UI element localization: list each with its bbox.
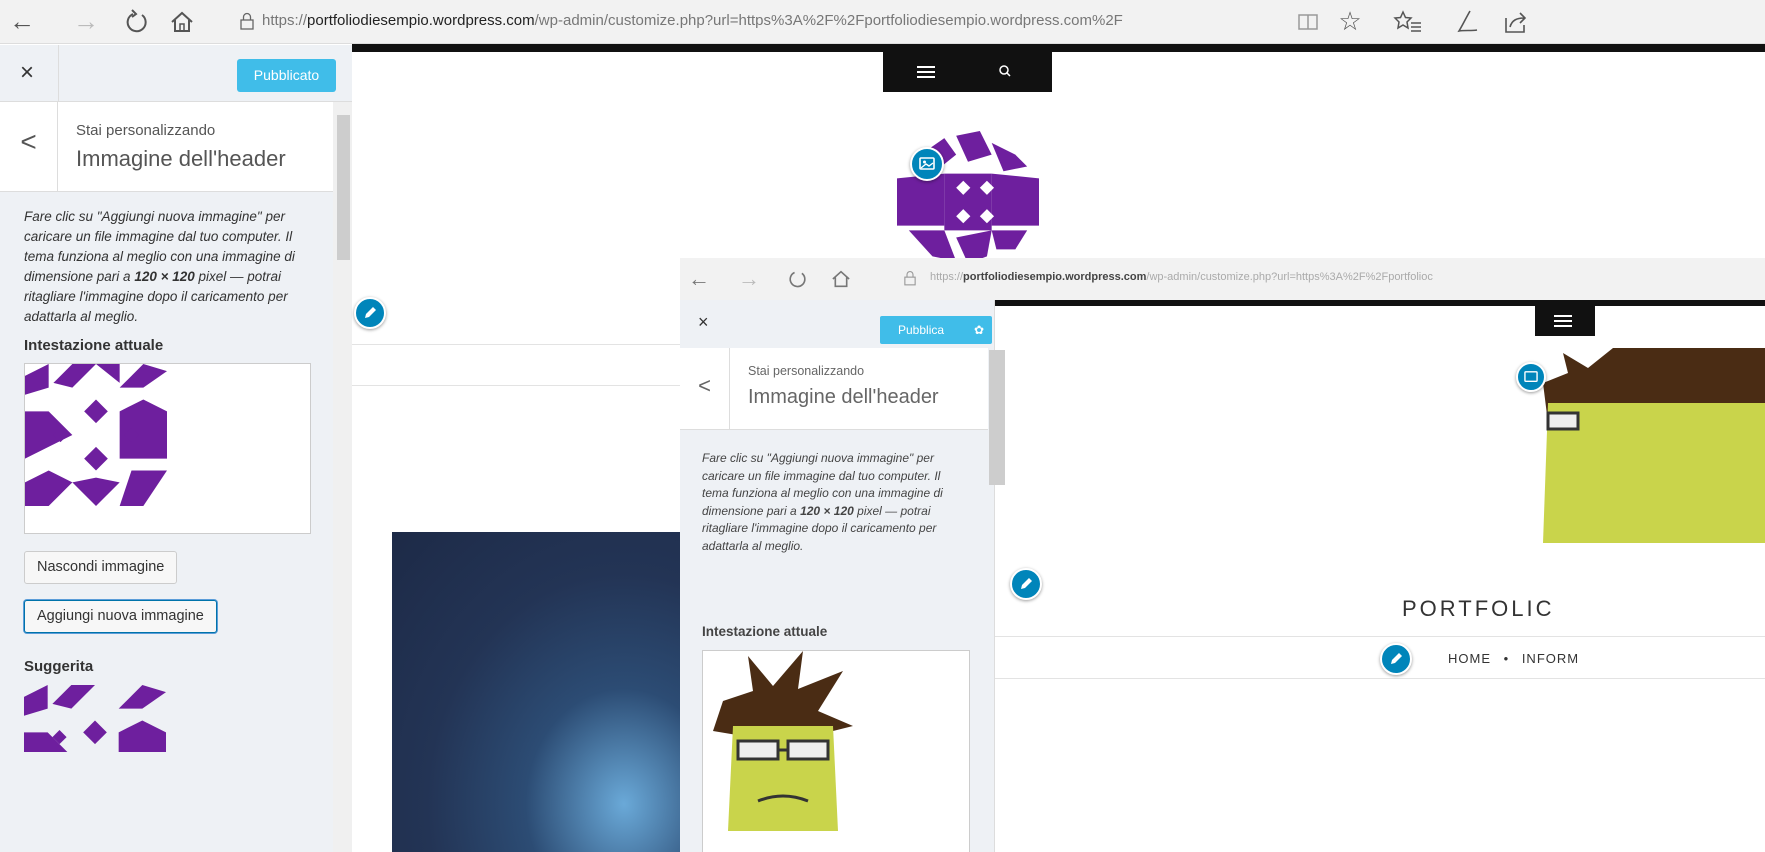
image-edit-icon[interactable] — [910, 147, 944, 181]
refresh-icon[interactable] — [120, 6, 152, 38]
url-prefix: https:// — [930, 271, 964, 283]
description-size: 120 × — [800, 503, 831, 518]
customizing-label: Stai personalizzando — [748, 364, 865, 378]
preview-divider — [352, 385, 682, 386]
browser-toolbar: ← → https://portfoliodiesempio.wordpress… — [0, 0, 1765, 44]
menu-icon — [1554, 315, 1572, 327]
inner-publish-button: Pubblica ✿ — [880, 316, 992, 344]
header-image-description: Fare clic su "Aggiungi nuova immagine" p… — [24, 207, 314, 327]
pencil-icon[interactable] — [354, 297, 386, 329]
nav-item-home: HOME — [1448, 651, 1491, 666]
inner-section-title-block: < Stai personalizzando Immagine dell'hea… — [680, 348, 988, 430]
identicon-image — [25, 364, 167, 506]
current-header-label: Intestazione attuale — [24, 337, 164, 354]
current-header-label: Intestazione attuale — [702, 624, 828, 639]
description-size: 120 × 120 — [134, 269, 195, 284]
current-header-preview[interactable] — [24, 363, 311, 534]
inner-site-nav: HOME • INFORM — [1448, 651, 1579, 666]
url-domain: portfoliodiesempio.wordpress.com — [963, 271, 1147, 283]
section-title-block: < Stai personalizzando Immagine dell'hea… — [0, 102, 333, 192]
customizer-panel: × Pubblicato < Stai personalizzando Imma… — [0, 45, 352, 852]
inner-scrollbar-thumb — [989, 350, 1005, 485]
forward-arrow-icon: → — [738, 266, 760, 291]
share-icon[interactable] — [1500, 6, 1532, 38]
close-icon: × — [698, 312, 709, 332]
customizing-label: Stai personalizzando — [76, 122, 216, 139]
site-menu-bar — [883, 52, 1052, 92]
gear-icon: ✿ — [973, 323, 984, 337]
inner-menu-bar — [1535, 306, 1595, 336]
search-icon[interactable] — [996, 62, 1014, 85]
customizer-header: × Pubblicato — [0, 45, 352, 102]
inner-divider — [995, 636, 1765, 637]
close-icon[interactable]: × — [20, 57, 44, 89]
lock-icon — [240, 12, 254, 30]
lock-icon — [904, 270, 916, 291]
back-button[interactable]: < — [0, 102, 58, 192]
back-button: < — [680, 348, 730, 430]
inner-address-bar: https://portfoliodiesempio.wordpress.com… — [930, 271, 1433, 283]
address-bar[interactable]: https://portfoliodiesempio.wordpress.com… — [262, 6, 1272, 36]
identicon-image — [24, 685, 166, 752]
description-size: 120 — [833, 503, 854, 518]
back-arrow-icon[interactable]: ← — [6, 6, 38, 38]
inner-header-description: Fare clic su "Aggiungi nuova immagine" p… — [702, 450, 962, 555]
inner-browser-toolbar: ← → https://portfoliodiesempio.wordpress… — [680, 258, 1765, 300]
suggested-label: Suggerita — [24, 658, 94, 675]
section-title: Immagine dell'header — [748, 386, 939, 408]
preview-divider — [352, 344, 682, 345]
pencil-icon — [1380, 643, 1412, 675]
inner-preview-bar — [995, 300, 1765, 306]
forward-arrow-icon[interactable]: → — [70, 6, 102, 38]
preview-top-bar — [352, 44, 1765, 52]
image-edit-icon — [1516, 362, 1546, 392]
inner-current-header-preview — [702, 650, 970, 852]
url-domain: portfoliodiesempio.wordpress.com — [307, 12, 535, 29]
favorite-star-icon[interactable]: ☆ — [1334, 6, 1366, 38]
inner-site-header-image — [1523, 343, 1765, 543]
favorites-list-icon[interactable] — [1392, 6, 1424, 38]
pencil-icon — [1010, 568, 1042, 600]
menu-icon[interactable] — [916, 62, 936, 87]
nav-separator: • — [1503, 651, 1510, 666]
publish-button[interactable]: Pubblicato — [237, 59, 336, 92]
inner-divider — [995, 678, 1765, 679]
header-separator — [58, 45, 59, 102]
inner-site-title: PORTFOLIC — [1402, 596, 1555, 621]
avatar — [713, 651, 853, 831]
suggested-header-thumb[interactable] — [24, 685, 166, 752]
nav-item-inform: INFORM — [1521, 651, 1580, 666]
embedded-screenshot: ← → https://portfoliodiesempio.wordpress… — [680, 258, 1765, 852]
section-title: Immagine dell'header — [76, 146, 286, 171]
reading-view-icon[interactable] — [1292, 6, 1324, 38]
inner-publish-label: Pubblica — [898, 323, 945, 337]
preview-background-photo — [392, 532, 682, 852]
home-icon — [828, 266, 854, 298]
url-prefix: https:// — [262, 12, 308, 29]
back-arrow-icon: ← — [688, 266, 710, 291]
scrollbar-thumb[interactable] — [337, 115, 350, 260]
avatar — [1543, 348, 1765, 543]
pen-notes-icon[interactable] — [1450, 6, 1482, 38]
add-new-image-button[interactable]: Aggiungi nuova immagine — [24, 600, 217, 633]
refresh-icon — [784, 266, 810, 298]
home-icon[interactable] — [166, 6, 198, 38]
inner-customizer-panel: × Pubblica ✿ < Stai personalizzando Imma… — [680, 300, 1005, 852]
url-rest: /wp-admin/customize.php?url=https%3A%2F%… — [1146, 271, 1433, 283]
url-rest: /wp-admin/customize.php?url=https%3A%2F%… — [534, 12, 1123, 29]
hide-image-button[interactable]: Nascondi immagine — [24, 551, 178, 584]
